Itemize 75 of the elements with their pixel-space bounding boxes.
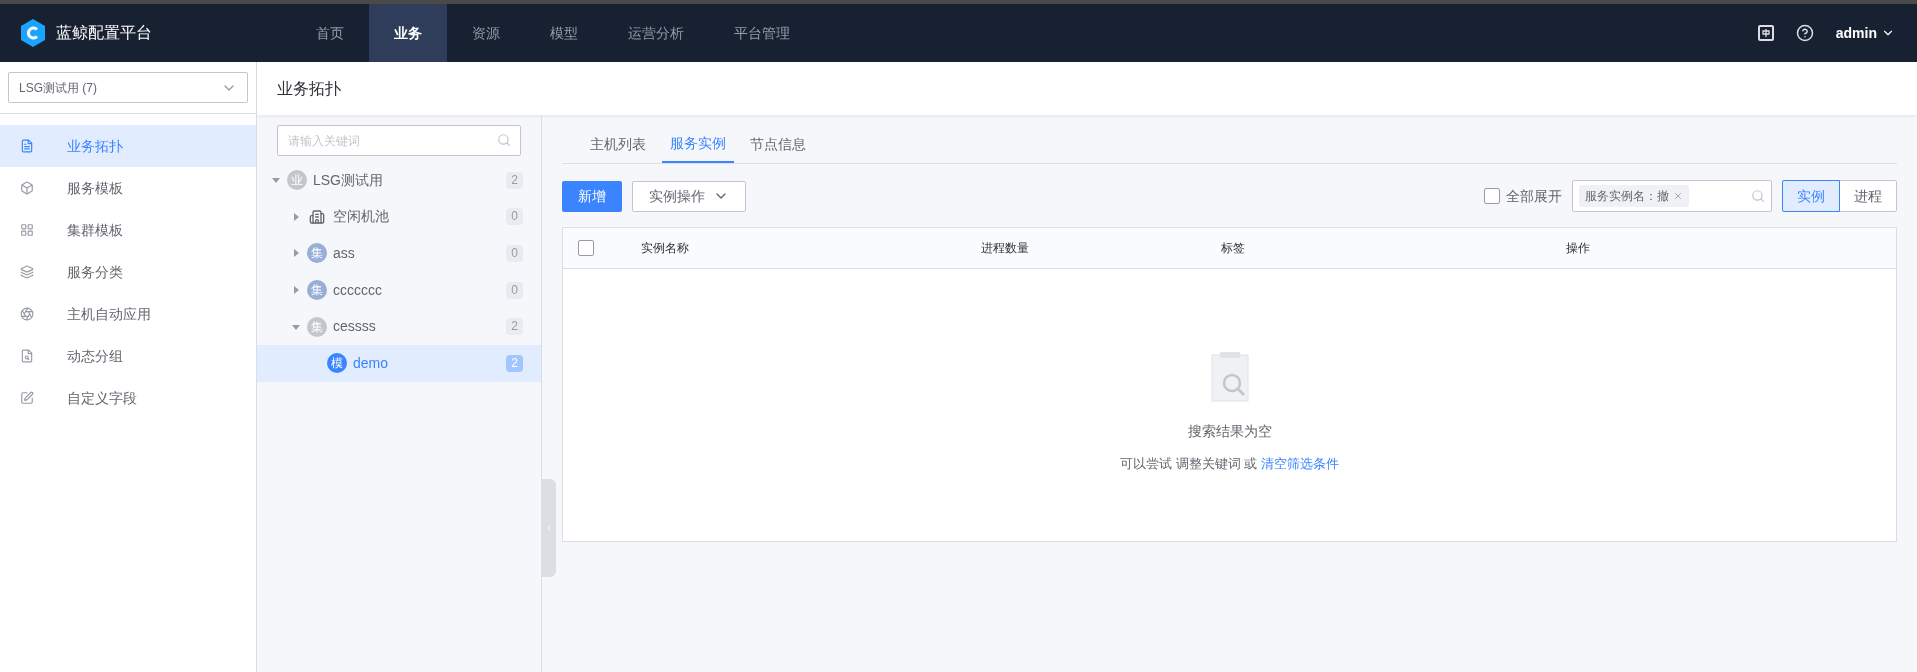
app-title: 蓝鲸配置平台 bbox=[56, 23, 152, 43]
nav-tab[interactable]: 运营分析 bbox=[603, 4, 709, 62]
tree-node[interactable]: 空闲机池 0 bbox=[257, 198, 541, 236]
column-header: 标签 bbox=[1221, 240, 1246, 257]
tree-node[interactable]: 集 ccccccc 0 bbox=[257, 271, 541, 309]
node-type-badge: 集 bbox=[307, 243, 327, 264]
content-tab[interactable]: 主机列表 bbox=[582, 125, 654, 163]
filter-field[interactable]: 服务实例名：撤 bbox=[1572, 180, 1772, 212]
help-icon[interactable] bbox=[1795, 24, 1814, 42]
layers-icon bbox=[20, 265, 34, 279]
tree-node[interactable]: 模 demo 2 bbox=[257, 344, 541, 382]
node-count: 0 bbox=[506, 245, 523, 262]
empty-title: 搜索结果为空 bbox=[1187, 422, 1272, 441]
business-select[interactable]: LSG测试用 (7) bbox=[8, 72, 248, 103]
tree-node[interactable]: 集 ass 0 bbox=[257, 235, 541, 272]
node-label: ccccccc bbox=[333, 280, 383, 300]
language-icon[interactable] bbox=[1757, 25, 1774, 41]
actions-dropdown[interactable]: 实例操作 bbox=[632, 180, 746, 212]
node-label: LSG测试用 bbox=[313, 170, 384, 190]
sidebar-item[interactable]: 业务拓扑 bbox=[0, 125, 256, 167]
node-type-badge: 集 bbox=[307, 316, 327, 337]
node-count: 2 bbox=[506, 318, 523, 336]
cube-icon bbox=[20, 181, 34, 195]
logo-icon bbox=[20, 19, 46, 47]
caret-right-icon[interactable] bbox=[291, 248, 301, 259]
checkbox-label: 全部展开 bbox=[1506, 186, 1562, 206]
node-label: ass bbox=[333, 244, 356, 263]
nav-tab[interactable]: 平台管理 bbox=[709, 4, 815, 62]
node-type-badge: 模 bbox=[327, 353, 347, 374]
checkbox[interactable] bbox=[578, 240, 594, 256]
nav-tab[interactable]: 业务 bbox=[369, 4, 447, 62]
user-menu[interactable]: admin bbox=[1835, 22, 1895, 44]
caret-right-icon[interactable] bbox=[291, 285, 301, 296]
column-header: 操作 bbox=[1566, 240, 1590, 257]
filter-tag[interactable]: 服务实例名：撤 bbox=[1579, 185, 1689, 207]
aperture-icon bbox=[20, 307, 34, 321]
view-toggle[interactable]: 进程 bbox=[1839, 180, 1897, 212]
sidebar-item[interactable]: 服务分类 bbox=[0, 251, 256, 293]
nav-tab[interactable]: 模型 bbox=[525, 4, 603, 62]
sidebar-item[interactable]: 动态分组 bbox=[0, 335, 256, 377]
caret-right-icon[interactable] bbox=[291, 211, 301, 222]
content-tab[interactable]: 服务实例 bbox=[662, 125, 734, 163]
node-count: 0 bbox=[506, 208, 523, 226]
node-type-badge: 集 bbox=[307, 280, 327, 301]
node-count: 0 bbox=[506, 281, 523, 299]
checkbox[interactable] bbox=[1484, 188, 1500, 204]
content-tab[interactable]: 节点信息 bbox=[742, 125, 814, 163]
building-icon bbox=[309, 208, 325, 225]
close-icon[interactable] bbox=[1673, 191, 1683, 201]
nav-tab[interactable]: 首页 bbox=[291, 4, 369, 62]
sidebar-item[interactable]: 主机自动应用 bbox=[0, 293, 256, 335]
page-title: 业务拓扑 bbox=[277, 78, 341, 99]
column-header: 进程数量 bbox=[981, 240, 1030, 257]
add-button[interactable]: 新增 bbox=[562, 180, 622, 212]
node-label: cessss bbox=[333, 317, 377, 337]
sidebar-item[interactable]: 集群模板 bbox=[0, 209, 256, 251]
column-header: 实例名称 bbox=[641, 240, 690, 257]
node-count: 2 bbox=[506, 171, 523, 189]
node-label: 空闲机池 bbox=[333, 207, 390, 227]
grid-icon bbox=[20, 223, 34, 237]
empty-hint: 可以尝试 调整关键词 或 清空筛选条件 bbox=[1120, 455, 1339, 473]
search-icon bbox=[497, 133, 511, 147]
node-count: 2 bbox=[506, 354, 523, 372]
document-icon bbox=[20, 139, 34, 153]
clear-filter-link[interactable]: 清空筛选条件 bbox=[1260, 456, 1339, 471]
file-search-icon bbox=[20, 349, 34, 363]
collapse-handle[interactable] bbox=[542, 479, 556, 577]
nav-tab[interactable]: 资源 bbox=[447, 4, 525, 62]
view-toggle[interactable]: 实例 bbox=[1782, 180, 1840, 212]
sidebar-item[interactable]: 自定义字段 bbox=[0, 377, 256, 419]
sidebar-item[interactable]: 服务模板 bbox=[0, 167, 256, 209]
search-icon bbox=[1751, 189, 1765, 203]
node-label: demo bbox=[353, 353, 390, 373]
edit-icon bbox=[20, 391, 34, 405]
tree-node[interactable]: 集 cessss 2 bbox=[257, 308, 541, 345]
